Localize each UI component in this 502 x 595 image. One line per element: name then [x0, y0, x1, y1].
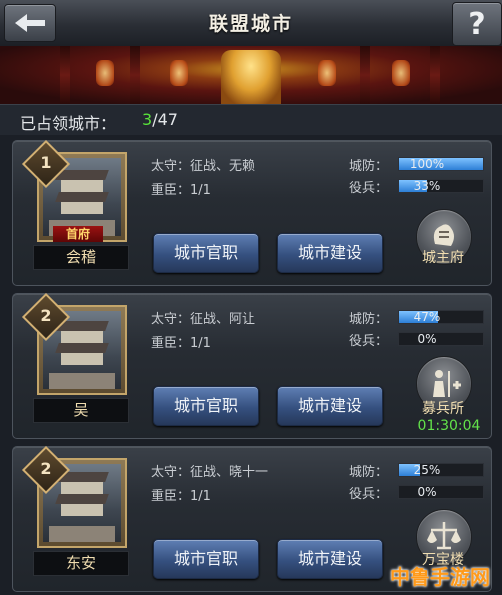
city-rank: 2 [40, 306, 52, 325]
troops-bar: 0% [398, 485, 484, 499]
governor-text: 太守：征战、阿让 [151, 312, 256, 327]
defense-label: 城防： [349, 465, 389, 480]
capital-badge: 首府 [53, 226, 103, 242]
city-card: 首府 1 会稽 太守：征战、无赖 重臣：1/1 城防： 100% 役兵： 33%… [12, 139, 492, 286]
top-bar: 联盟城市 ? [0, 0, 502, 47]
city-officials-button[interactable]: 城市官职 [153, 233, 259, 273]
city-officials-button[interactable]: 城市官职 [153, 539, 259, 579]
occupied-label: 已占领城市： [20, 114, 117, 133]
recruit-timer: 01:30:04 [417, 418, 481, 434]
troops-percent: 33% [413, 179, 441, 193]
troops-percent: 0% [417, 485, 437, 499]
city-rank: 1 [40, 153, 52, 172]
mansion-label: 城主府 [422, 250, 464, 266]
occupied-cities-row: 已占领城市： 3/47 [0, 104, 502, 135]
defense-percent: 47% [413, 310, 441, 324]
troops-percent: 0% [417, 332, 437, 346]
defense-percent: 25% [413, 463, 441, 477]
troops-bar: 0% [398, 332, 484, 346]
city-build-button[interactable]: 城市建设 [277, 386, 383, 426]
city-build-button[interactable]: 城市建设 [277, 233, 383, 273]
defense-bar: 25% [398, 463, 484, 477]
defense-label: 城防： [349, 159, 389, 174]
troops-label: 役兵： [349, 181, 389, 196]
occupied-count: 3/47 [142, 110, 178, 129]
question-mark-icon: ? [468, 6, 486, 42]
defense-bar: 100% [398, 157, 484, 171]
defense-bar: 47% [398, 310, 484, 324]
troops-label: 役兵： [349, 334, 389, 349]
defense-label: 城防： [349, 312, 389, 327]
city-build-button[interactable]: 城市建设 [277, 539, 383, 579]
site-watermark: 中鲁手游网 [390, 565, 490, 589]
minister-text: 重臣：1/1 [151, 183, 211, 198]
troops-label: 役兵： [349, 487, 389, 502]
page-title: 联盟城市 [208, 13, 293, 35]
minister-text: 重臣：1/1 [151, 489, 211, 504]
minister-text: 重臣：1/1 [151, 336, 211, 351]
city-rank: 2 [40, 459, 52, 478]
city-officials-button[interactable]: 城市官职 [153, 386, 259, 426]
city-card: 2 吴 太守：征战、阿让 重臣：1/1 城防： 47% 役兵： 0% 城市官职 … [12, 292, 492, 439]
palace-banner [0, 46, 502, 104]
governor-text: 太守：征战、无赖 [151, 159, 256, 174]
help-button[interactable]: ? [452, 2, 502, 46]
troops-bar: 33% [398, 179, 484, 193]
city-name: 东安 [33, 551, 129, 576]
city-name: 吴 [33, 398, 129, 423]
recruit-label: 募兵所 [422, 401, 464, 417]
defense-percent: 100% [409, 157, 445, 171]
city-name: 会稽 [33, 245, 129, 270]
governor-text: 太守：征战、晓十一 [151, 465, 269, 480]
